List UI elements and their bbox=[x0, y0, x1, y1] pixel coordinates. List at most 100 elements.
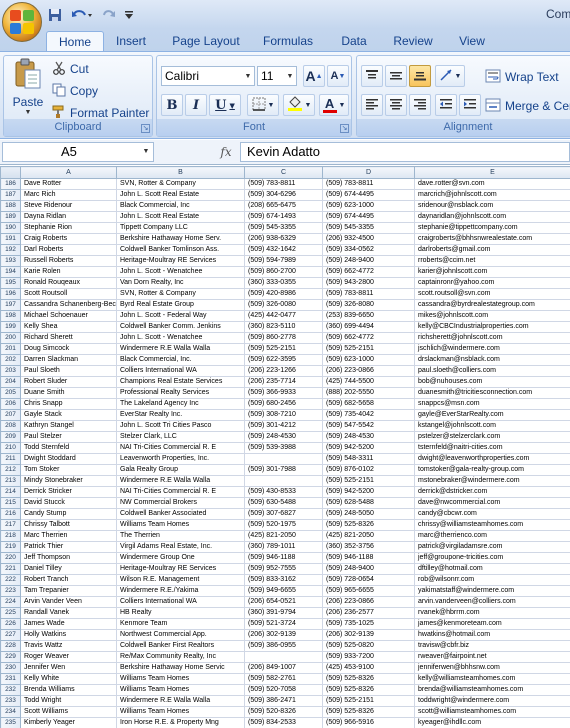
row-header[interactable]: 233 bbox=[0, 695, 21, 707]
cell-e[interactable]: derrick@dstricker.com bbox=[414, 486, 570, 498]
cell-a[interactable]: Robert Tranch bbox=[20, 574, 117, 586]
cell-e[interactable]: richsherett@johnlscott.com bbox=[414, 332, 570, 344]
cell-a[interactable]: Kelly White bbox=[20, 673, 117, 685]
shrink-font-button[interactable]: A ▼ bbox=[327, 65, 349, 87]
cell-d[interactable]: (509) 623-1000 bbox=[322, 354, 415, 366]
cell-e[interactable]: rvanek@hbrrm.com bbox=[414, 607, 570, 619]
cell-e[interactable]: mstonebraker@windermere.com bbox=[414, 475, 570, 487]
cell-a[interactable]: Derrick Stricker bbox=[20, 486, 117, 498]
cell-a[interactable]: Craig Roberts bbox=[20, 233, 117, 245]
align-bottom-button[interactable] bbox=[409, 65, 431, 87]
cell-c[interactable]: (509) 430-8533 bbox=[244, 486, 323, 498]
cell-a[interactable]: Richard Sherett bbox=[20, 332, 117, 344]
cell-b[interactable]: Kenmore Team bbox=[116, 618, 245, 630]
cell-d[interactable]: (509) 525-8326 bbox=[322, 673, 415, 685]
cell-b[interactable]: Colliers International WA bbox=[116, 596, 245, 608]
cell-d[interactable]: (509) 248-4530 bbox=[322, 431, 415, 443]
cell-e[interactable]: craigroberts@bhhsnwrealestate.com bbox=[414, 233, 570, 245]
cell-c[interactable]: (509) 520-8326 bbox=[244, 706, 323, 718]
orientation-button[interactable]: ▼ bbox=[435, 65, 465, 87]
cell-c[interactable]: (509) 525-2151 bbox=[244, 343, 323, 355]
row-header[interactable]: 197 bbox=[0, 299, 21, 311]
cell-e[interactable]: candy@cbcwr.com bbox=[414, 508, 570, 520]
cell-e[interactable]: stephanie@tippettcompany.com bbox=[414, 222, 570, 234]
cell-a[interactable]: Tom Stoker bbox=[20, 464, 117, 476]
row-header[interactable]: 232 bbox=[0, 684, 21, 696]
cell-e[interactable]: scott.routsoll@svn.com bbox=[414, 288, 570, 300]
cell-e[interactable]: snappcs@msn.com bbox=[414, 398, 570, 410]
row-header[interactable]: 191 bbox=[0, 233, 21, 245]
row-header[interactable]: 228 bbox=[0, 640, 21, 652]
row-header[interactable]: 209 bbox=[0, 431, 21, 443]
cell-e[interactable]: tomstoker@gala-realty-group.com bbox=[414, 464, 570, 476]
cell-c[interactable]: (206) 849-1007 bbox=[244, 662, 323, 674]
cell-c[interactable]: (509) 952-7555 bbox=[244, 563, 323, 575]
tab-view[interactable]: View bbox=[452, 31, 492, 51]
cell-a[interactable]: Todd Wright bbox=[20, 695, 117, 707]
cell-b[interactable]: Professional Realty Services bbox=[116, 387, 245, 399]
cell-c[interactable]: (509) 307-6827 bbox=[244, 508, 323, 520]
row-header[interactable]: 227 bbox=[0, 629, 21, 641]
cell-a[interactable]: Daniel Tilley bbox=[20, 563, 117, 575]
row-header[interactable]: 220 bbox=[0, 552, 21, 564]
cell-d[interactable]: (360) 352-3756 bbox=[322, 541, 415, 553]
office-button[interactable] bbox=[2, 2, 42, 42]
dialog-launcher-icon[interactable]: ↘ bbox=[141, 124, 150, 133]
cell-e[interactable]: kelly@CBCIndustrialproperties.com bbox=[414, 321, 570, 333]
cell-b[interactable]: Coldwell Banker Associated bbox=[116, 508, 245, 520]
cell-e[interactable]: arvin.vanderveen@colliers.com bbox=[414, 596, 570, 608]
cell-b[interactable]: NAI Tri-Cities Commercial R. E bbox=[116, 442, 245, 454]
cell-a[interactable]: Scott Routsoll bbox=[20, 288, 117, 300]
cell-b[interactable]: Windermere R.E./Yakima bbox=[116, 585, 245, 597]
row-header[interactable]: 215 bbox=[0, 497, 21, 509]
cell-a[interactable]: Dave Rotter bbox=[20, 178, 117, 190]
cell-b[interactable]: EverStar Realty Inc. bbox=[116, 409, 245, 421]
tab-formulas[interactable]: Formulas bbox=[258, 31, 318, 51]
row-header[interactable]: 212 bbox=[0, 464, 21, 476]
cell-d[interactable]: (425) 744-5500 bbox=[322, 376, 415, 388]
tab-page-layout[interactable]: Page Layout bbox=[166, 31, 246, 51]
cell-c[interactable] bbox=[244, 475, 323, 487]
row-header[interactable]: 224 bbox=[0, 596, 21, 608]
grow-font-button[interactable]: A ▲ bbox=[303, 65, 325, 87]
row-header[interactable]: 203 bbox=[0, 365, 21, 377]
cell-b[interactable]: John L. Scott - Federal Way bbox=[116, 310, 245, 322]
cell-a[interactable]: Roger Weaver bbox=[20, 651, 117, 663]
row-header[interactable]: 186 bbox=[0, 178, 21, 190]
font-name-select[interactable]: Calibri ▼ bbox=[161, 66, 255, 86]
cell-a[interactable]: Chrissy Talbott bbox=[20, 519, 117, 531]
cell-b[interactable]: SVN, Rotter & Company bbox=[116, 288, 245, 300]
cell-d[interactable]: (206) 223-0866 bbox=[322, 596, 415, 608]
cell-d[interactable]: (509) 326-8080 bbox=[322, 299, 415, 311]
cell-e[interactable]: bob@nuhouses.com bbox=[414, 376, 570, 388]
cell-c[interactable]: (206) 302-9139 bbox=[244, 629, 323, 641]
cell-a[interactable]: Holly Watkins bbox=[20, 629, 117, 641]
cell-e[interactable]: dave.rotter@svn.com bbox=[414, 178, 570, 190]
cell-a[interactable]: Doug Simcock bbox=[20, 343, 117, 355]
column-header-d[interactable]: D bbox=[322, 166, 415, 179]
row-header[interactable]: 221 bbox=[0, 563, 21, 575]
cell-b[interactable]: John L. Scott - Wenatchee bbox=[116, 266, 245, 278]
row-header[interactable]: 192 bbox=[0, 244, 21, 256]
name-box[interactable]: A5 ▼ bbox=[2, 142, 154, 162]
cell-c[interactable]: (509) 539-3988 bbox=[244, 442, 323, 454]
cell-e[interactable]: cassandra@byrdrealestategroup.com bbox=[414, 299, 570, 311]
cell-a[interactable]: James Wade bbox=[20, 618, 117, 630]
row-header[interactable]: 206 bbox=[0, 398, 21, 410]
cut-button[interactable]: Cut bbox=[52, 60, 89, 78]
cell-b[interactable]: Virgil Adams Real Estate, Inc. bbox=[116, 541, 245, 553]
cell-a[interactable]: Duane Smith bbox=[20, 387, 117, 399]
tab-review[interactable]: Review bbox=[388, 31, 438, 51]
cell-a[interactable]: Michael Schoenauer bbox=[20, 310, 117, 322]
cell-d[interactable]: (509) 942-5200 bbox=[322, 442, 415, 454]
cell-c[interactable]: (509) 622-3595 bbox=[244, 354, 323, 366]
cell-b[interactable]: The Therrien bbox=[116, 530, 245, 542]
cell-c[interactable]: (509) 308-7210 bbox=[244, 409, 323, 421]
cell-b[interactable]: The Lakeland Agency Inc bbox=[116, 398, 245, 410]
copy-button[interactable]: Copy bbox=[52, 82, 98, 100]
cell-a[interactable]: Todd Sternfeld bbox=[20, 442, 117, 454]
cell-b[interactable]: Williams Team Homes bbox=[116, 519, 245, 531]
cell-b[interactable]: Williams Team Homes bbox=[116, 684, 245, 696]
cell-e[interactable]: mikes@johnlscott.com bbox=[414, 310, 570, 322]
row-header[interactable]: 198 bbox=[0, 310, 21, 322]
